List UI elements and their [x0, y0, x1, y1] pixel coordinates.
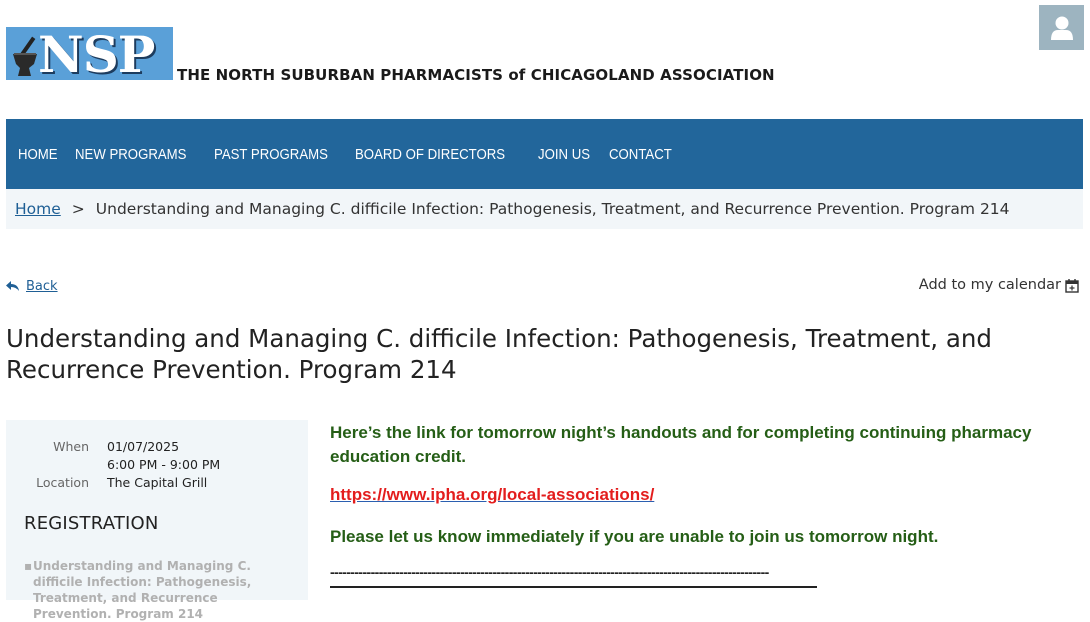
add-to-calendar-label: Add to my calendar — [918, 277, 1061, 293]
registration-item: ▪ Understanding and Managing C. difficil… — [24, 558, 294, 622]
registration-heading: REGISTRATION — [24, 513, 159, 534]
mortar-pestle-icon — [13, 36, 37, 76]
event-details: When 01/07/2025 6:00 PM - 9:00 PM Locati… — [6, 438, 220, 492]
bullet-icon: ▪ — [24, 559, 33, 573]
event-sidebar: When 01/07/2025 6:00 PM - 9:00 PM Locati… — [6, 420, 308, 621]
event-date: 01/07/2025 — [107, 439, 180, 454]
nav-item-contact[interactable]: CONTACT — [609, 146, 672, 163]
main-navigation: HOME NEW PROGRAMS PAST PROGRAMS BOARD OF… — [6, 119, 1083, 189]
nav-item-join-us[interactable]: JOIN US — [538, 146, 590, 163]
divider: ----------------------------------------… — [330, 564, 817, 588]
event-location: The Capital Grill — [107, 475, 208, 490]
back-link[interactable]: Back — [6, 279, 58, 294]
breadcrumb: Home > Understanding and Managing C. dif… — [6, 189, 1083, 229]
breadcrumb-home-link[interactable]: Home — [15, 200, 61, 218]
registration-item-label: Understanding and Managing C. difficile … — [33, 559, 252, 621]
nav-item-new-programs[interactable]: NEW PROGRAMS — [75, 146, 186, 163]
user-icon — [1050, 16, 1073, 40]
nav-item-past-programs[interactable]: PAST PROGRAMS — [214, 146, 328, 163]
notice-paragraph: Please let us know immediately if you ar… — [330, 527, 939, 546]
add-to-calendar-button[interactable]: Add to my calendar — [919, 277, 1079, 293]
breadcrumb-current: Understanding and Managing C. difficile … — [95, 200, 1010, 218]
back-arrow-icon — [6, 281, 19, 291]
organization-name: THE NORTH SUBURBAN PHARMACISTS of CHICAG… — [177, 66, 775, 84]
page-title: Understanding and Managing C. difficile … — [6, 324, 992, 384]
ipha-link[interactable]: https://www.ipha.org/local-associations/ — [330, 485, 654, 505]
when-label: When — [53, 439, 89, 454]
back-link-label[interactable]: Back — [26, 279, 58, 294]
event-time: 6:00 PM - 9:00 PM — [107, 457, 221, 472]
user-account-button[interactable] — [1039, 5, 1084, 50]
calendar-plus-icon — [1065, 278, 1079, 293]
site-logo[interactable]: NSP — [6, 27, 173, 80]
logo-text: NSP — [38, 27, 155, 80]
handouts-paragraph: Here’s the link for tomorrow night’s han… — [330, 423, 1032, 466]
breadcrumb-separator: > — [71, 200, 85, 218]
location-label: Location — [36, 475, 89, 490]
nav-item-board-of-directors[interactable]: BOARD OF DIRECTORS — [355, 146, 505, 163]
nav-item-home[interactable]: HOME — [18, 146, 58, 163]
